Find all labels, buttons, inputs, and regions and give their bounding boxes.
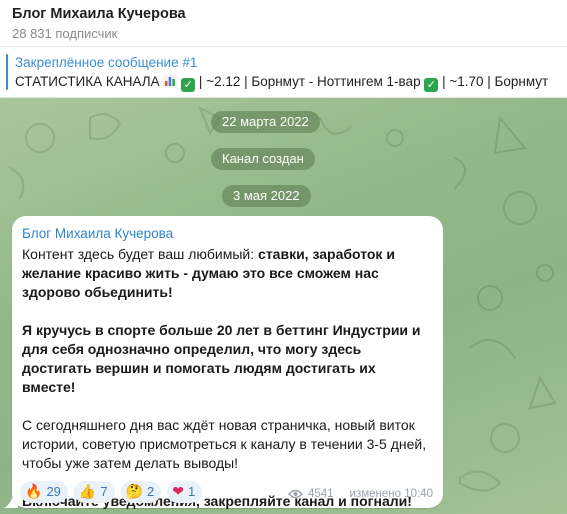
date-separator: 22 марта 2022 [211,111,320,133]
subscriber-count: 28 831 подписчик [12,26,118,41]
post-meta: 4541 изменено 10:40 [287,488,433,500]
reaction-heart[interactable]: ❤ 1 [167,481,203,503]
check-mark-icon: ✓ [424,78,439,92]
pinned-text-part1: СТАТИСТИКА КАНАЛА [15,74,164,89]
reaction-count: 2 [147,484,155,499]
thinking-face-icon: 🤔 [125,484,144,500]
pinned-indicator [6,54,8,90]
pinned-message-bar[interactable]: Закреплённое сообщение #1 СТАТИСТИКА КАН… [0,47,567,98]
post-text-plain: С сегодняшнего дня вас ждёт новая страни… [22,417,427,471]
pinned-text-part3: | ~1.70 | Борнмут [438,74,549,89]
reaction-count: 29 [46,484,61,499]
bar-chart-icon [163,74,178,88]
pinned-text-part2: | ~2.12 | Борнмут - Ноттингем 1-вар [195,74,425,89]
edited-timestamp: изменено 10:40 [349,488,433,500]
pinned-title: Закреплённое сообщение #1 [15,55,198,70]
fire-icon: 🔥 [25,484,43,500]
post-text-plain: Контент здесь будет ваш любимый: [22,246,259,262]
channel-title[interactable]: Блог Михаила Кучерова [12,6,186,22]
pinned-preview: СТАТИСТИКА КАНАЛА ✓ | ~2.12 | Борнмут - … [15,74,548,92]
reaction-thinking[interactable]: 🤔 2 [120,481,162,503]
channel-post[interactable]: Блог Михаила Кучерова Контент здесь буде… [12,216,443,511]
eye-icon [287,489,303,499]
check-mark-icon: ✓ [181,78,196,92]
thumbs-up-icon: 👍 [78,484,97,500]
post-text: Контент здесь будет ваш любимый: ставки,… [22,245,432,511]
chat-header[interactable]: Блог Михаила Кучерова 28 831 подписчик [0,0,567,47]
reaction-fire[interactable]: 🔥 29 [20,481,68,503]
post-author[interactable]: Блог Михаила Кучерова [22,226,173,241]
chat-area[interactable]: 22 марта 2022 Канал создан 3 мая 2022 Бл… [0,98,567,514]
view-count: 4541 [307,488,334,500]
reactions-bar: 🔥 29 👍 7 🤔 2 ❤ 1 [20,481,203,503]
date-separator: 3 мая 2022 [222,185,311,207]
service-message-channel-created: Канал создан [211,148,315,170]
heart-icon: ❤ [172,484,184,500]
reaction-count: 7 [100,484,108,499]
reaction-thumbs-up[interactable]: 👍 7 [73,481,115,503]
reaction-count: 1 [187,484,196,499]
post-text-bold: Я кручусь в спорте больше 20 лет в бетти… [22,322,421,395]
